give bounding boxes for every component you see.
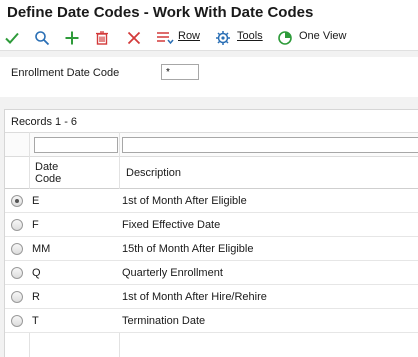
one-view-icon[interactable] [275, 28, 295, 48]
toolbar: Row Tools One View [0, 25, 418, 51]
table-row[interactable]: F Fixed Effective Date [5, 213, 418, 237]
cell-date-code: F [32, 219, 39, 231]
page-title: Define Date Codes - Work With Date Codes [7, 4, 314, 21]
one-view-button[interactable]: One View [299, 30, 347, 42]
tools-menu-label: Tools [237, 30, 263, 42]
checkmark-icon[interactable] [2, 28, 22, 48]
table-row[interactable]: R 1st of Month After Hire/Rehire [5, 285, 418, 309]
plus-icon[interactable] [62, 28, 82, 48]
gear-icon[interactable] [213, 28, 233, 48]
row-select-radio[interactable] [11, 219, 23, 231]
cell-date-code: Q [32, 267, 41, 279]
trash-icon[interactable] [92, 28, 112, 48]
cell-description: 15th of Month After Eligible [122, 243, 254, 255]
qbe-row [5, 132, 418, 156]
cell-date-code: E [32, 195, 40, 207]
enrollment-date-code-label: Enrollment Date Code [11, 67, 120, 79]
close-icon[interactable] [124, 28, 144, 48]
cell-description: Termination Date [122, 315, 206, 327]
cell-description: 1st of Month After Eligible [122, 195, 247, 207]
row-select-radio[interactable] [11, 243, 23, 255]
cell-date-code: R [32, 291, 40, 303]
column-header-date-code[interactable]: Date Code [35, 161, 75, 185]
results-grid: Records 1 - 6 Date Code Description E 1s… [4, 109, 418, 357]
qbe-date-code-field[interactable] [34, 137, 118, 153]
table-row[interactable]: E 1st of Month After Eligible [5, 189, 418, 213]
row-select-radio[interactable] [11, 267, 23, 279]
cell-description: Quarterly Enrollment [122, 267, 223, 279]
row-menu-icon[interactable] [155, 28, 175, 48]
cell-date-code: T [32, 315, 39, 327]
title-bar: Define Date Codes - Work With Date Codes [0, 0, 418, 25]
cell-description: 1st of Month After Hire/Rehire [122, 291, 267, 303]
row-select-radio[interactable] [11, 195, 23, 207]
table-row[interactable]: Q Quarterly Enrollment [5, 261, 418, 285]
enrollment-date-code-input[interactable] [161, 64, 199, 80]
column-header-description[interactable]: Description [126, 167, 181, 179]
row-menu[interactable]: Row [178, 30, 200, 42]
criteria-panel: Enrollment Date Code [0, 57, 418, 97]
tools-menu[interactable]: Tools [237, 30, 263, 42]
row-menu-label: Row [178, 30, 201, 42]
records-count: Records 1 - 6 [11, 116, 78, 128]
row-select-radio[interactable] [11, 291, 23, 303]
search-icon[interactable] [32, 28, 52, 48]
cell-description: Fixed Effective Date [122, 219, 221, 231]
table-row[interactable]: T Termination Date [5, 309, 418, 333]
row-select-radio[interactable] [11, 315, 23, 327]
cell-date-code: MM [32, 243, 51, 255]
table-row[interactable]: MM 15th of Month After Eligible [5, 237, 418, 261]
grid-header: Date Code Description [5, 156, 418, 189]
qbe-description-field[interactable] [122, 137, 418, 153]
